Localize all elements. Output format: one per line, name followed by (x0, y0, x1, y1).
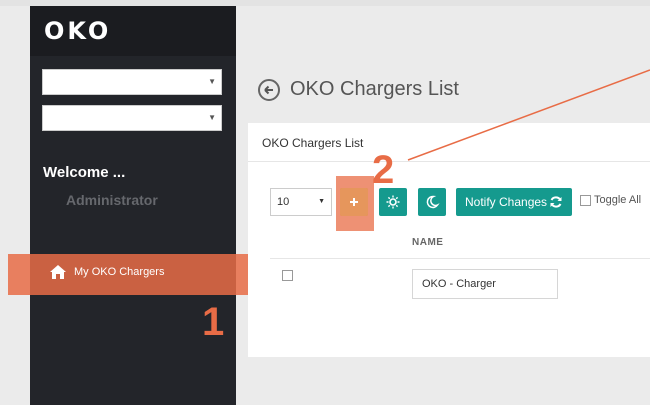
callout-number-1: 1 (202, 300, 225, 344)
notify-changes-label: Notify Changes (465, 195, 548, 209)
chevron-down-icon: ▼ (208, 77, 216, 86)
back-button[interactable] (258, 79, 280, 101)
sidebar: OKO ▼ ▼ Welcome ... Administrator (30, 6, 236, 405)
column-header-name: NAME (412, 237, 444, 248)
arrow-left-icon (264, 85, 273, 95)
row-checkbox[interactable] (282, 270, 293, 281)
home-icon (50, 265, 66, 284)
panel-title: OKO Chargers List (262, 136, 364, 150)
moon-icon (426, 195, 440, 209)
notify-changes-button[interactable]: Notify Changes (456, 188, 572, 216)
refresh-icon (550, 196, 562, 208)
toggle-all-checkbox[interactable] (580, 195, 591, 206)
logo-area: OKO (30, 6, 236, 56)
chevron-down-icon: ▼ (318, 198, 325, 205)
user-role: Administrator (66, 192, 158, 208)
add-button-highlighted[interactable] (340, 188, 368, 216)
chargers-panel: OKO Chargers List 10 ▼ Notify Changes To… (248, 123, 650, 357)
panel-header: OKO Chargers List (248, 123, 650, 162)
welcome-text: Welcome ... (43, 164, 126, 181)
charger-name-value: OKO - Charger (422, 278, 496, 290)
plus-icon (350, 198, 358, 206)
page-title: OKO Chargers List (290, 78, 459, 100)
sidebar-item-label: My OKO Chargers (74, 266, 165, 278)
sun-icon (386, 195, 400, 209)
charger-name-field[interactable]: OKO - Charger (412, 269, 558, 299)
page-size-select[interactable]: 10 ▼ (270, 188, 332, 216)
table-divider (270, 258, 650, 259)
night-button[interactable] (418, 188, 446, 216)
chevron-down-icon: ▼ (208, 113, 216, 122)
page-size-value: 10 (277, 196, 290, 208)
app-logo: OKO (44, 17, 112, 45)
callout-number-2: 2 (372, 148, 395, 192)
sidebar-item-my-oko-chargers[interactable]: My OKO Chargers (30, 257, 236, 289)
daytime-button[interactable] (379, 188, 407, 216)
toggle-all-label: Toggle All (594, 194, 642, 206)
sidebar-select-1[interactable]: ▼ (42, 69, 222, 95)
sidebar-select-2[interactable]: ▼ (42, 105, 222, 131)
